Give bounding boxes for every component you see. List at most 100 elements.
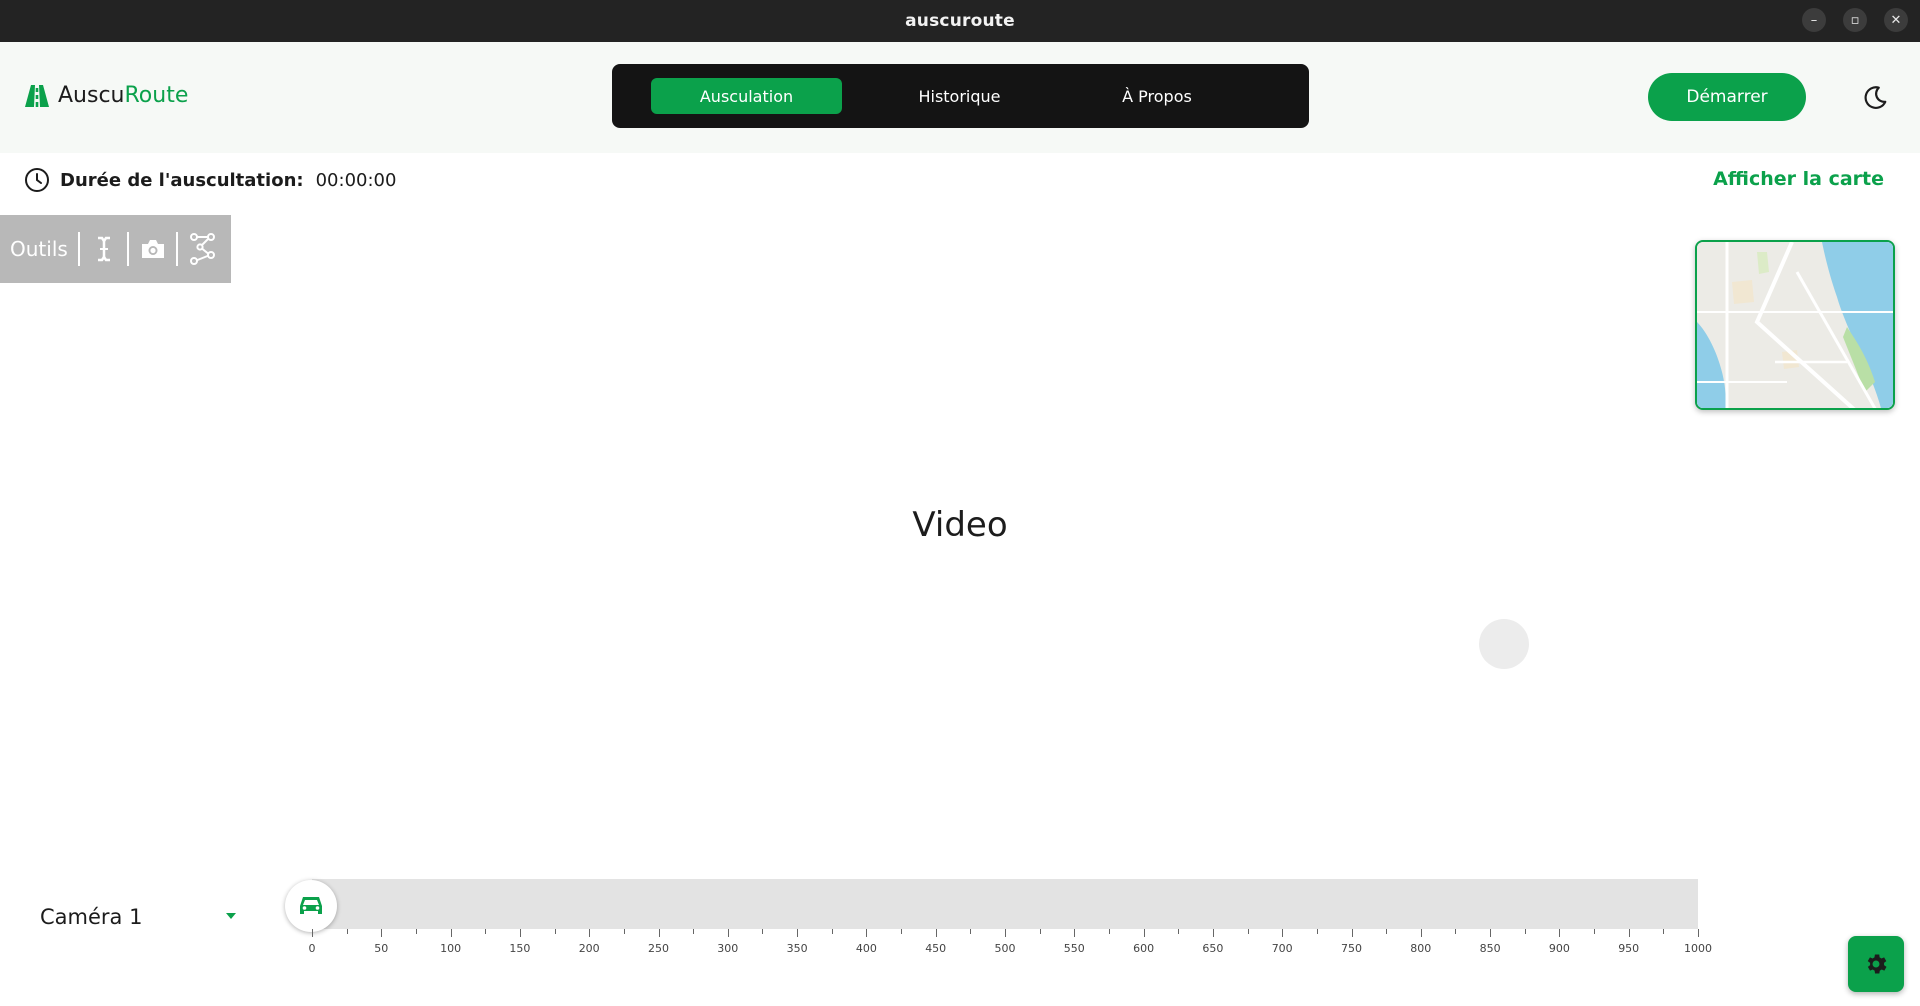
moon-icon[interactable] [1862, 85, 1888, 111]
timeline-tick-label: 200 [578, 942, 600, 955]
timeline-tick [485, 929, 487, 934]
timeline-tick [346, 929, 348, 934]
timeline-tick [554, 929, 556, 934]
timeline-handle[interactable] [285, 880, 337, 932]
timeline-tick [693, 929, 695, 934]
timeline-tick-label: 0 [308, 942, 316, 955]
minimize-button[interactable]: – [1802, 8, 1826, 32]
timeline-tick [762, 929, 764, 934]
timeline-tick-label: 1000 [1684, 942, 1712, 955]
timeline-tick-label: 900 [1548, 942, 1570, 955]
timeline-tick [970, 929, 972, 934]
path-nodes-icon [189, 233, 215, 265]
timeline-tick [519, 929, 521, 937]
timeline-tick [727, 929, 729, 937]
timeline-tick [1524, 929, 1526, 934]
main-nav: Ausculation Historique À Propos [612, 64, 1309, 128]
tools-label: Outils [10, 237, 68, 261]
settings-button[interactable] [1848, 936, 1904, 992]
timeline-tick [1178, 929, 1180, 934]
timeline-tick [1594, 929, 1596, 934]
timeline-tick-label: 450 [925, 942, 947, 955]
timeline-tick-label: 750 [1341, 942, 1362, 955]
timeline-tick [1143, 929, 1145, 937]
timeline-tick [1455, 929, 1457, 934]
tab-ausculation[interactable]: Ausculation [651, 78, 842, 114]
timeline-track[interactable] [312, 879, 1698, 929]
maximize-button[interactable]: ▫ [1843, 8, 1867, 32]
timeline-tick [1490, 929, 1492, 937]
timeline-tick [1212, 929, 1214, 937]
road-icon [25, 84, 49, 107]
timeline-tick [1316, 929, 1318, 934]
timeline-tick-label: 600 [1133, 942, 1155, 955]
timeline-tick [1039, 929, 1041, 934]
window-title: auscuroute [905, 11, 1015, 31]
timeline-tick [1108, 929, 1110, 934]
timeline-tick [1663, 929, 1665, 934]
tools-bar: Outils [0, 215, 231, 283]
camera-icon [141, 240, 164, 258]
timeline-tick-label: 100 [440, 942, 462, 955]
timeline-tick-label: 800 [1410, 942, 1432, 955]
timeline-tick-label: 250 [648, 942, 669, 955]
tab-a-propos[interactable]: À Propos [1077, 78, 1237, 114]
mini-map[interactable] [1695, 240, 1895, 410]
timeline-tick [658, 929, 660, 937]
timeline-tick [415, 929, 417, 934]
timeline-tick-label: 400 [855, 942, 877, 955]
timeline-tick-label: 500 [994, 942, 1016, 955]
text-cursor-tool-button[interactable] [80, 215, 127, 283]
timeline-axis: 0 50 100 150 200 250 300 350 400 450 500 550 600 650 7… [0, 929, 1920, 969]
timeline-tick [1628, 929, 1630, 937]
timeline-tick-label: 700 [1271, 942, 1293, 955]
timeline-tick [1247, 929, 1249, 934]
timeline-tick-label: 300 [717, 942, 739, 955]
brand-name-part2: Route [124, 83, 189, 108]
timeline-tick [797, 929, 799, 937]
text-cursor-icon [97, 236, 110, 262]
timeline-tick-label: 350 [786, 942, 808, 955]
timeline-tick [1074, 929, 1076, 937]
cursor-indicator [1479, 619, 1529, 669]
path-tool-button[interactable] [178, 215, 225, 283]
duration-label: Durée de l'auscultation: [60, 169, 304, 191]
car-icon [300, 897, 322, 914]
timeline-tick [866, 929, 868, 937]
timeline-tick [589, 929, 591, 937]
timeline-tick [1282, 929, 1284, 937]
video-placeholder: Video [912, 505, 1008, 545]
timeline-tick-label: 150 [509, 942, 531, 955]
timeline-tick [831, 929, 833, 934]
timeline-tick [1351, 929, 1353, 937]
clock-icon [25, 168, 49, 192]
show-map-link[interactable]: Afficher la carte [1713, 168, 1884, 190]
duration-row: Durée de l'auscultation: 00:00:00 [24, 167, 396, 193]
timeline-tick-label: 950 [1618, 942, 1640, 955]
close-button[interactable]: ✕ [1884, 8, 1908, 32]
camera-select[interactable]: Caméra 1 [40, 905, 236, 929]
map-thumbnail [1697, 242, 1893, 408]
timeline-tick [312, 929, 313, 937]
start-button[interactable]: Démarrer [1648, 73, 1806, 121]
timeline-tick [1386, 929, 1388, 934]
app-header: AuscuRoute Ausculation Historique À Prop… [0, 42, 1920, 153]
timeline-tick [1559, 929, 1561, 937]
timeline-tick-label: 50 [374, 942, 389, 955]
timeline-tick [935, 929, 937, 937]
timeline-tick [1698, 929, 1699, 937]
brand-name-part1: Auscu [58, 83, 125, 108]
timeline-tick [901, 929, 903, 934]
duration-value: 00:00:00 [315, 169, 397, 191]
timeline-tick [1005, 929, 1006, 937]
timeline-tick-label: 550 [1063, 942, 1085, 955]
timeline-tick [450, 929, 452, 937]
gear-icon [1867, 954, 1887, 974]
timeline-tick [1420, 929, 1422, 937]
tab-historique[interactable]: Historique [864, 78, 1055, 114]
snapshot-tool-button[interactable] [129, 215, 176, 283]
brand-logo[interactable]: AuscuRoute [24, 83, 188, 108]
camera-select-value: Caméra 1 [40, 905, 143, 929]
window-controls: – ▫ ✕ [1802, 8, 1908, 32]
window-titlebar: auscuroute – ▫ ✕ [0, 0, 1920, 42]
